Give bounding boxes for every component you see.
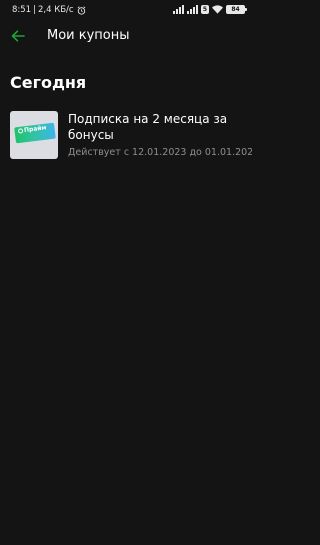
wifi-icon [212,5,223,14]
battery-level: 84 [231,6,240,13]
status-right: 5 84 [172,5,247,14]
section-title-today: Сегодня [10,73,87,92]
signal-icon [172,5,184,14]
coupons-screen: 8:51 | 2,4 КБ/с 5 84 Мои купоны Сегодня … [0,0,252,545]
vpn-badge: 5 [200,5,209,14]
status-bar: 8:51 | 2,4 КБ/с 5 84 [0,0,252,20]
coupon-thumbnail: Прайм [10,111,58,159]
network-speed: 2,4 КБ/с [37,5,74,15]
coupon-item[interactable]: Прайм Подписка на 2 месяца за бонусы Дей… [0,104,252,164]
status-time: 8:51 [12,5,32,15]
app-header: Мои купоны [0,20,252,52]
back-button[interactable] [7,25,29,47]
coupon-title: Подписка на 2 месяца за бонусы [68,112,228,142]
alarm-icon [77,5,85,15]
prime-logo-mark [17,128,24,134]
signal-icon-2 [186,5,198,14]
page-title: Мои купоны [47,28,130,43]
battery-icon: 84 [226,5,247,14]
status-separator: | [33,5,36,15]
back-arrow-icon [11,30,25,42]
status-left: 8:51 | 2,4 КБ/с [12,5,86,15]
coupon-validity: Действует с 12.01.2023 до 01.01.2024 [68,147,252,158]
